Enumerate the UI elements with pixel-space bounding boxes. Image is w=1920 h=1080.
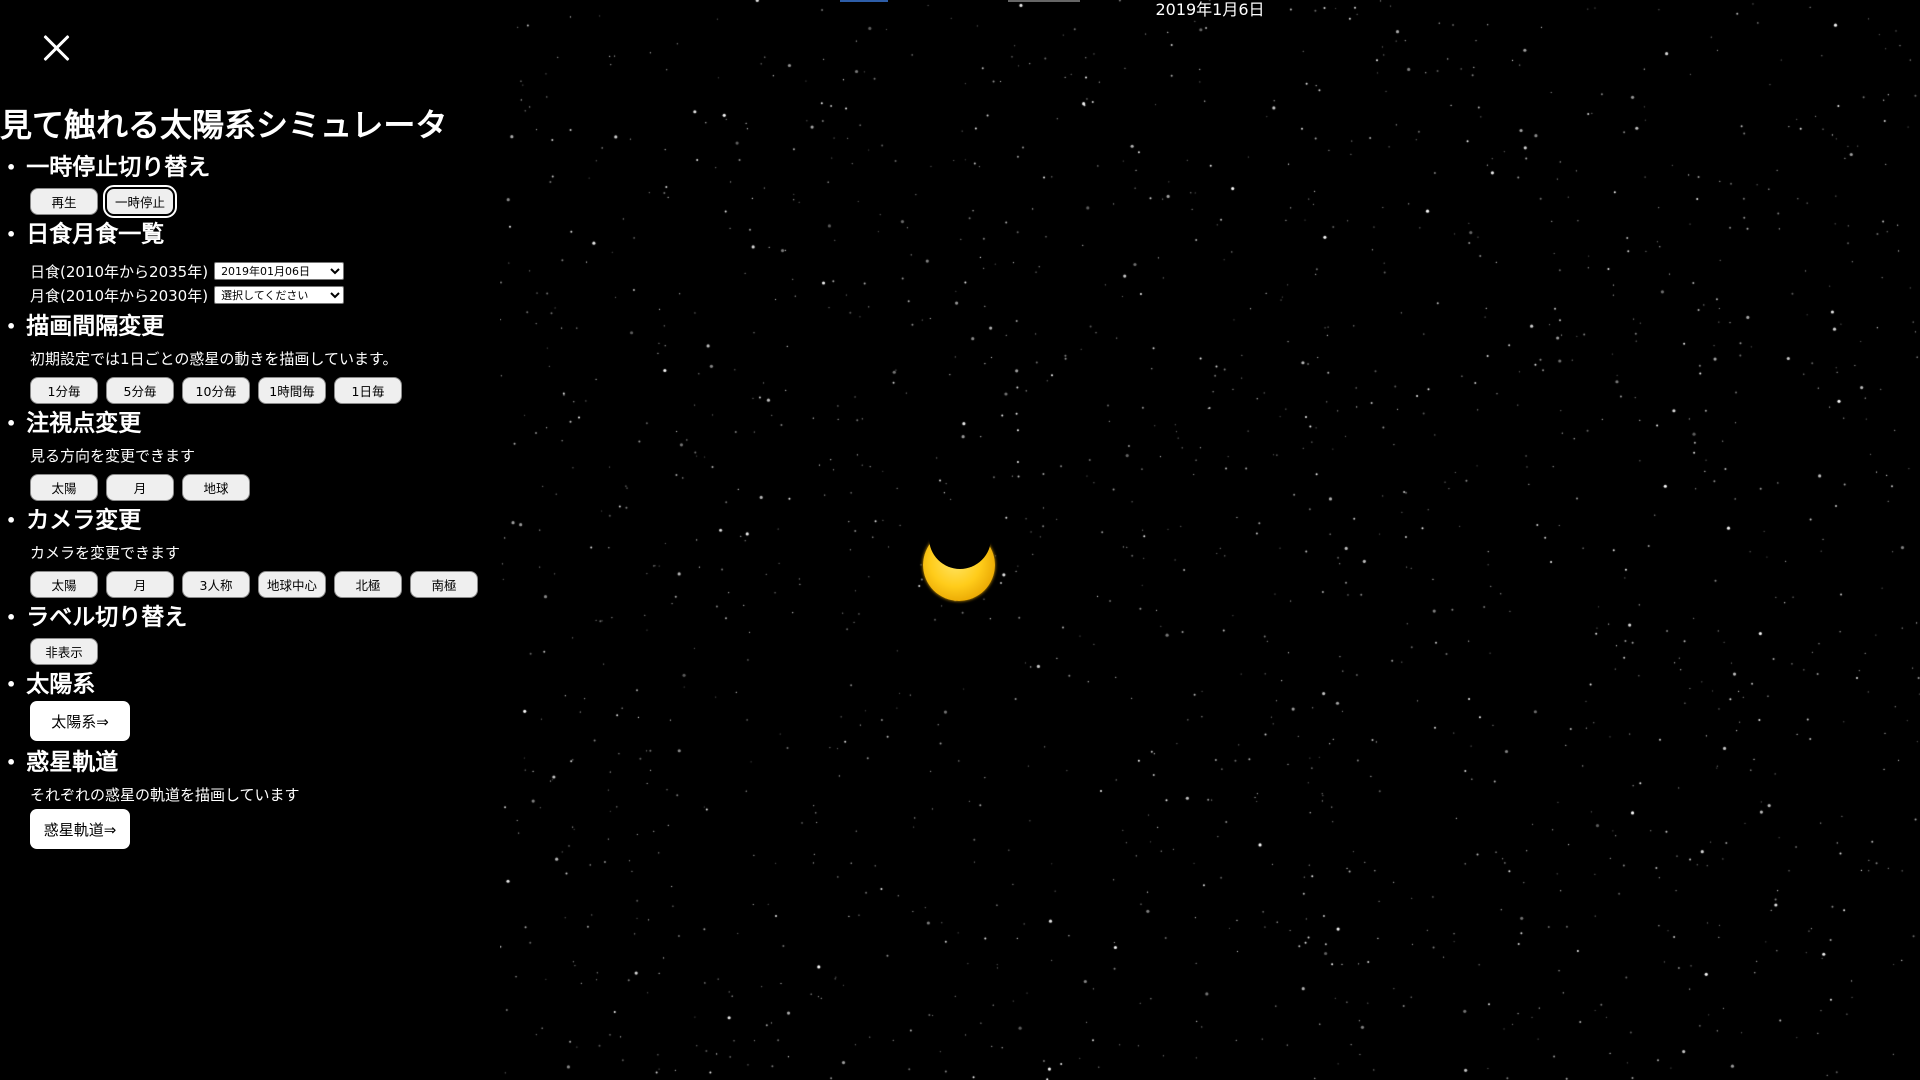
bullet-icon: •	[6, 157, 17, 177]
bullet-icon: •	[6, 674, 17, 694]
interval-description: 初期設定では1日ごとの惑星の動きを描画しています。	[30, 350, 398, 368]
interval-10min-button[interactable]: 10分毎	[182, 377, 250, 404]
current-date-label: 2019年1月6日	[1155, 0, 1265, 19]
solar-eclipse-row: 日食(2010年から2035年) 2019年01月06日	[0, 259, 500, 283]
section-heading-eclipse: • 日食月食一覧	[6, 221, 165, 248]
focus-earth-button[interactable]: 地球	[182, 474, 250, 501]
lunar-eclipse-select[interactable]: 選択してください	[214, 286, 345, 304]
section-heading-camera: • カメラ変更	[6, 507, 142, 534]
starfield-background	[500, 0, 1920, 1080]
bullet-icon: •	[6, 413, 17, 433]
play-button[interactable]: 再生	[30, 188, 98, 215]
solar-eclipse-select[interactable]: 2019年01月06日	[214, 262, 345, 280]
bullet-icon: •	[6, 224, 17, 244]
orbit-button-row: 惑星軌道⇒	[0, 809, 500, 849]
section-heading-focus: • 注視点変更	[6, 410, 142, 437]
control-sections: • 一時停止切り替え 再生 一時停止 • 日食月食一覧 日食(2010年から2035…	[0, 148, 500, 849]
section-heading-orbit: • 惑星軌道	[6, 749, 119, 776]
camera-third-person-button[interactable]: 3人称	[182, 571, 250, 598]
control-panel: 見て触れる太陽系シミュレータ • 一時停止切り替え 再生 一時停止 • 日食月食一覧…	[0, 0, 500, 1080]
simulation-viewport[interactable]: 2019年1月6日	[500, 0, 1920, 1080]
interval-1hour-button[interactable]: 1時間毎	[258, 377, 326, 404]
camera-south-pole-button[interactable]: 南極	[410, 571, 478, 598]
lunar-eclipse-label: 月食(2010年から2030年)	[30, 286, 209, 305]
camera-north-pole-button[interactable]: 北極	[334, 571, 402, 598]
lunar-eclipse-row: 月食(2010年から2030年) 選択してください	[0, 283, 500, 307]
bullet-icon: •	[6, 510, 17, 530]
solar-eclipse-label: 日食(2010年から2035年)	[30, 262, 209, 281]
moon	[929, 507, 991, 569]
pause-button[interactable]: 一時停止	[103, 185, 177, 218]
focus-sun-button[interactable]: 太陽	[30, 474, 98, 501]
interval-1min-button[interactable]: 1分毎	[30, 377, 98, 404]
section-heading-interval: • 描画間隔変更	[6, 313, 165, 340]
camera-description: カメラを変更できます	[30, 544, 181, 562]
camera-moon-button[interactable]: 月	[106, 571, 174, 598]
camera-button-row: 太陽 月 3人称 地球中心 北極 南極	[0, 571, 500, 598]
interval-button-row: 1分毎 5分毎 10分毎 1時間毎 1日毎	[0, 377, 500, 404]
interval-1day-button[interactable]: 1日毎	[334, 377, 402, 404]
section-heading-pause: • 一時停止切り替え	[6, 154, 211, 181]
close-icon[interactable]	[38, 30, 74, 66]
app-title: 見て触れる太陽系シミュレータ	[0, 106, 448, 144]
section-heading-solar-system: • 太陽系	[6, 671, 96, 698]
label-button-row: 非表示	[0, 638, 500, 665]
focus-description: 見る方向を変更できます	[30, 447, 196, 465]
bullet-icon: •	[6, 752, 17, 772]
orbit-description: それぞれの惑星の軌道を描画しています	[30, 786, 300, 804]
camera-geocentric-button[interactable]: 地球中心	[258, 571, 326, 598]
solar-system-button[interactable]: 太陽系⇒	[30, 701, 130, 741]
planet-orbit-button[interactable]: 惑星軌道⇒	[30, 809, 130, 849]
bullet-icon: •	[6, 607, 17, 627]
focus-button-row: 太陽 月 地球	[0, 474, 500, 501]
camera-sun-button[interactable]: 太陽	[30, 571, 98, 598]
interval-5min-button[interactable]: 5分毎	[106, 377, 174, 404]
section-heading-label: • ラベル切り替え	[6, 604, 188, 631]
focus-moon-button[interactable]: 月	[106, 474, 174, 501]
solar-system-button-row: 太陽系⇒	[0, 701, 500, 741]
pause-button-row: 再生 一時停止	[0, 185, 500, 218]
hide-labels-button[interactable]: 非表示	[30, 638, 98, 665]
bullet-icon: •	[6, 316, 17, 336]
